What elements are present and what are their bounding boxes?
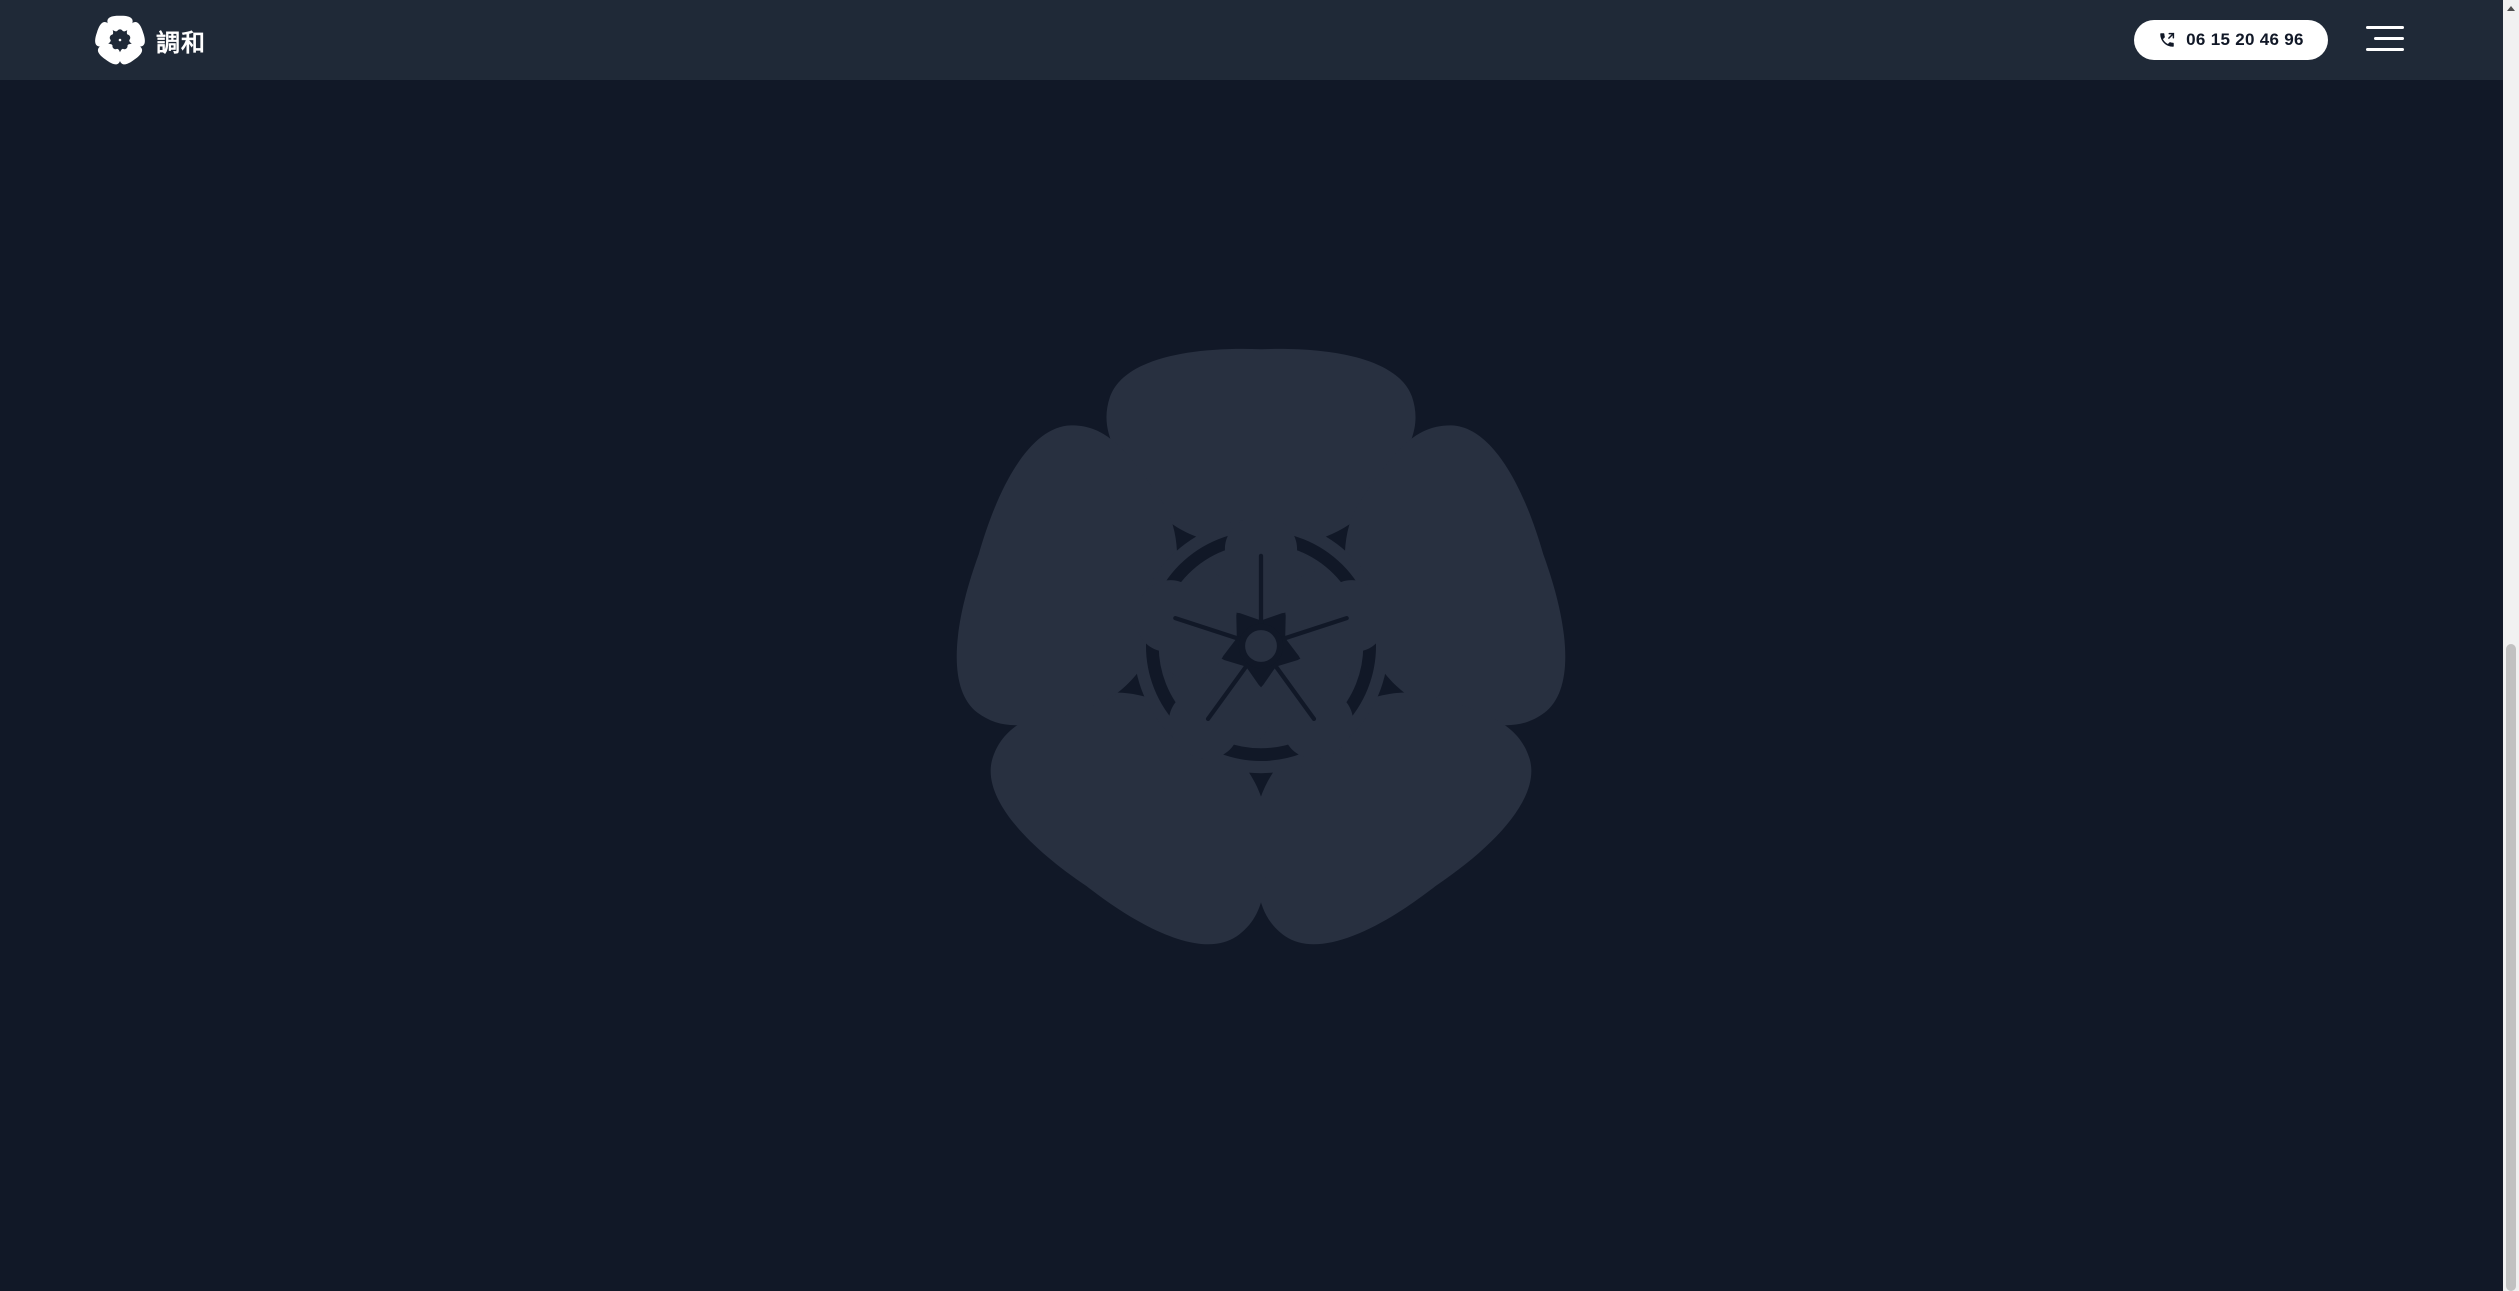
vertical-scrollbar[interactable] [2503,0,2519,1291]
scrollbar-thumb[interactable] [2506,644,2516,1291]
phone-icon [2160,32,2175,47]
menu-line-top [2366,26,2404,29]
brand-name: 調和 [156,28,206,57]
menu-line-bottom [2366,48,2404,51]
flower-crest-emblem-icon [938,348,1584,964]
page: 調和 06 15 20 46 96 [0,0,2519,1291]
scroll-up-arrow-icon[interactable] [2503,0,2519,16]
top-navigation-bar: 調和 06 15 20 46 96 [0,0,2503,80]
flower-crest-icon [94,15,146,66]
hamburger-menu-button[interactable] [2362,22,2404,56]
menu-line-middle [2374,37,2404,40]
brand-home-link[interactable]: 調和 [94,14,206,66]
phone-number: 06 15 20 46 96 [2186,30,2304,49]
phone-call-button[interactable]: 06 15 20 46 96 [2134,20,2328,60]
